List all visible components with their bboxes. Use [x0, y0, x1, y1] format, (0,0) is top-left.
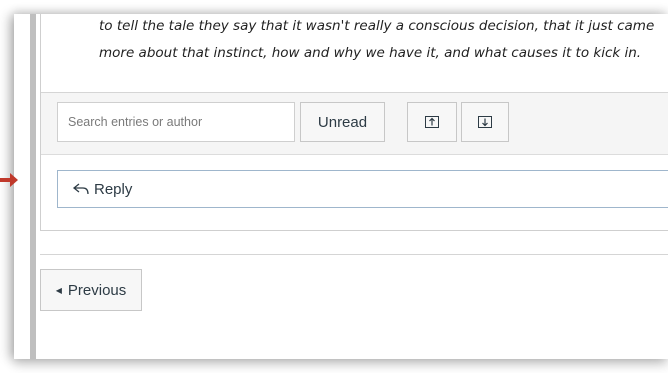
- search-input[interactable]: [57, 102, 295, 142]
- post-text-line: more about that instinct, how and why we…: [99, 45, 642, 61]
- reply-section: Reply: [41, 155, 668, 230]
- post-text-line: to tell the tale they say that it wasn't…: [99, 18, 655, 34]
- previous-button[interactable]: ◀ Previous: [40, 269, 142, 311]
- pointer-arrow-icon: [0, 173, 18, 187]
- screenshot-frame: to tell the tale they say that it wasn't…: [14, 14, 668, 359]
- left-scroll-rule: [30, 14, 36, 359]
- arrow-up-box-icon: [425, 116, 439, 128]
- collapse-all-button[interactable]: [407, 102, 457, 142]
- post-body: to tell the tale they say that it wasn't…: [41, 14, 668, 93]
- reply-arrow-icon: [72, 183, 89, 195]
- expand-all-button[interactable]: [461, 102, 509, 142]
- pager-divider: [40, 254, 668, 255]
- reply-label: Reply: [94, 180, 133, 198]
- discussion-toolbar: Unread: [41, 93, 668, 156]
- unread-button[interactable]: Unread: [300, 102, 385, 142]
- reply-button[interactable]: Reply: [57, 170, 668, 208]
- caret-left-icon: ◀: [55, 285, 62, 295]
- arrow-down-box-icon: [478, 116, 492, 128]
- previous-label: Previous: [67, 281, 127, 299]
- discussion-entry: to tell the tale they say that it wasn't…: [40, 14, 668, 231]
